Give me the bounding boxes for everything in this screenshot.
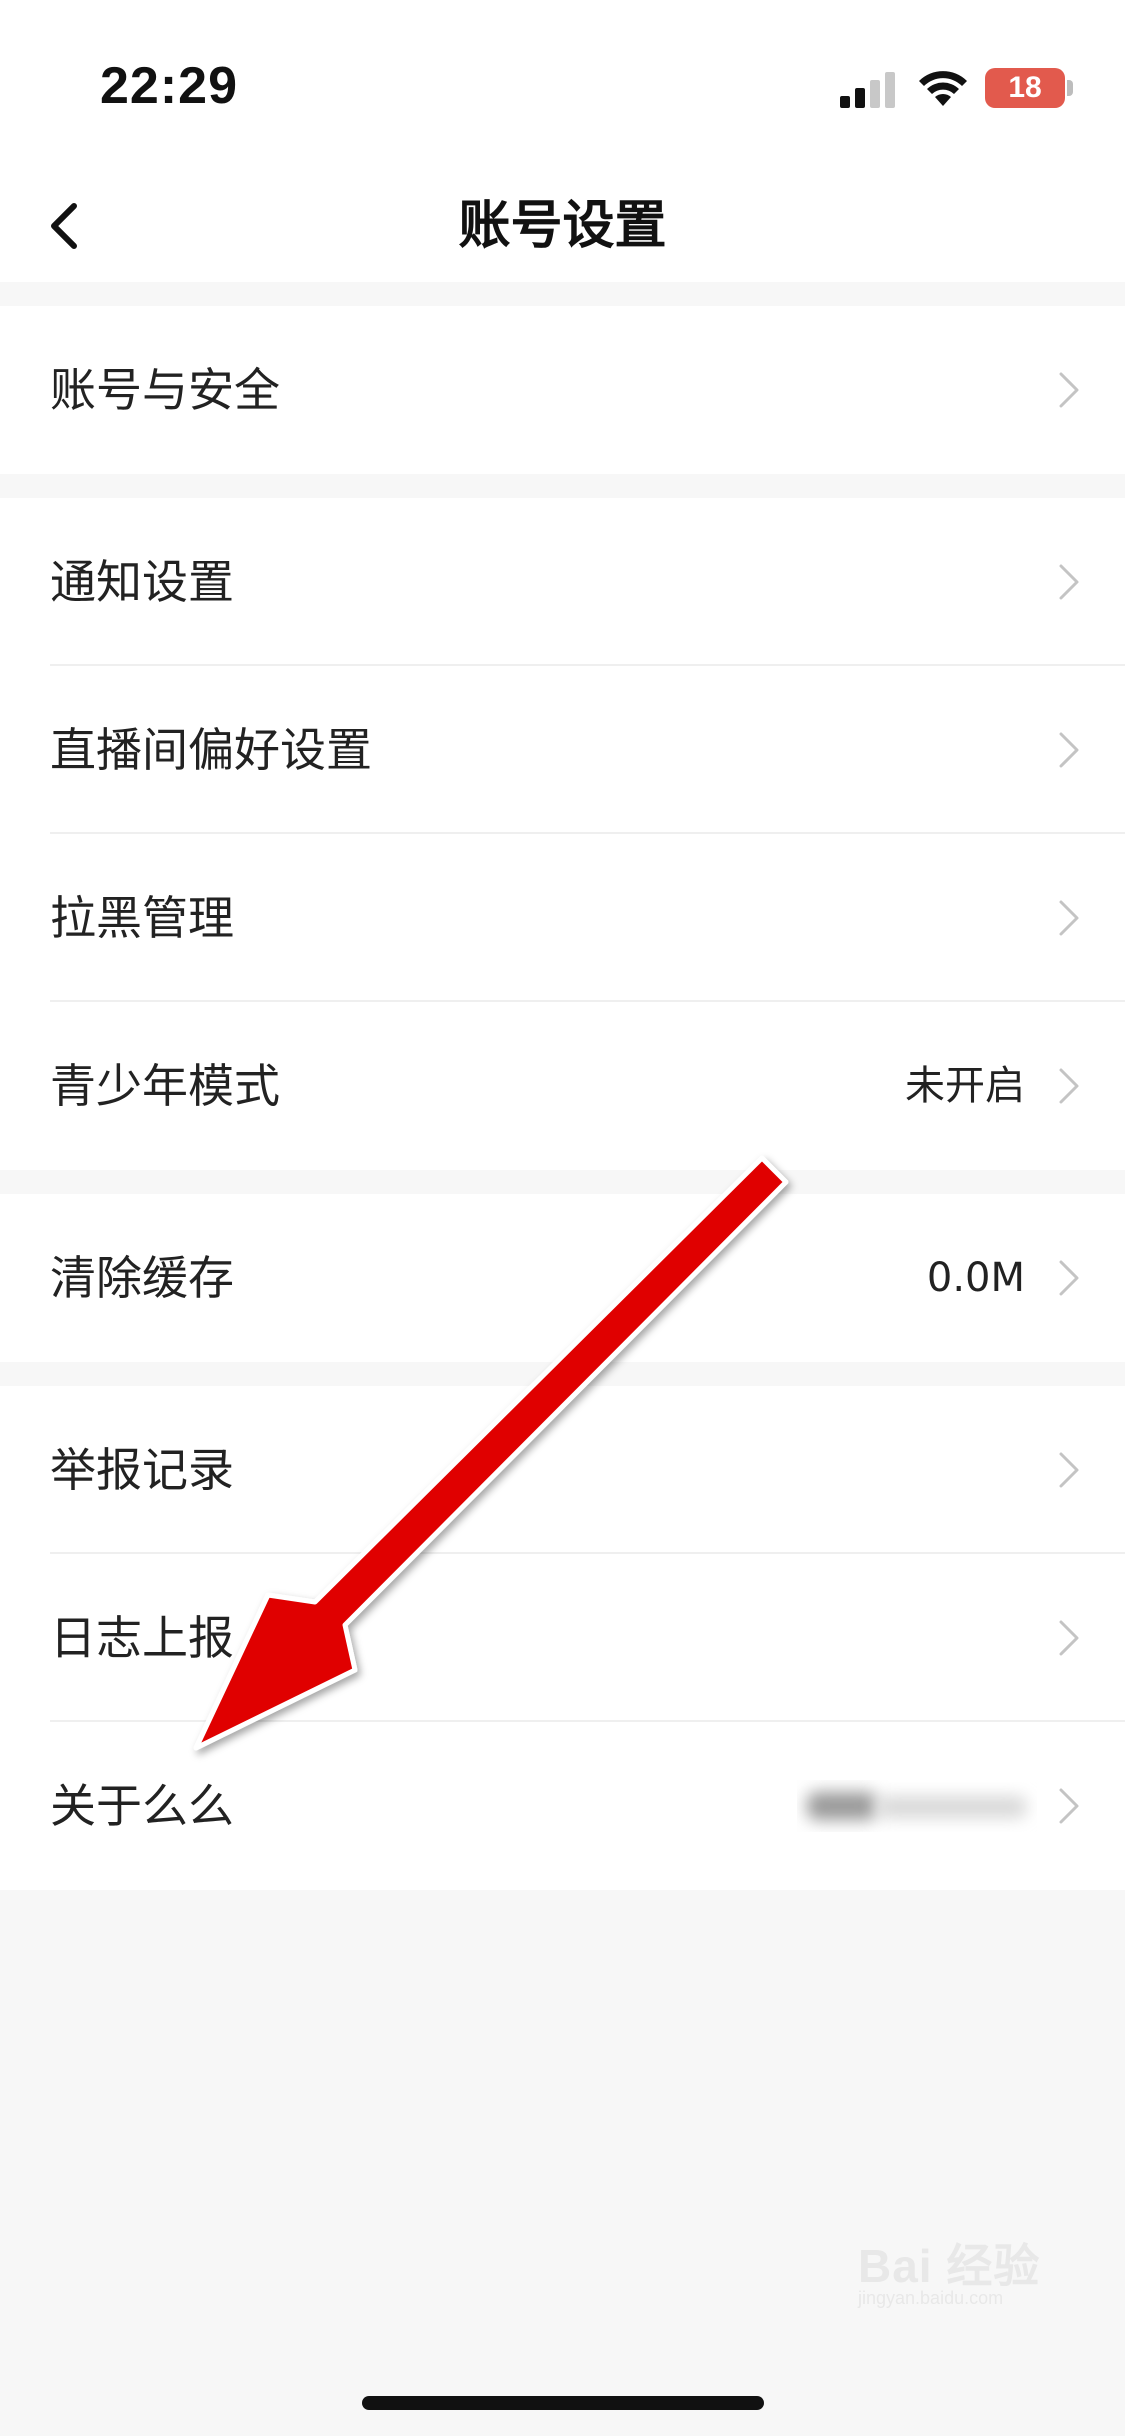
battery-icon: 18 (985, 68, 1065, 108)
page-title: 账号设置 (458, 196, 667, 256)
chevron-right-icon (1059, 564, 1079, 600)
watermark-sub: jingyan.baidu.com (858, 2288, 1004, 2308)
row-label: 关于么么 (50, 1779, 234, 1833)
nav-bar: 账号设置 (0, 170, 1125, 282)
row-label: 举报记录 (50, 1443, 234, 1497)
signal-icon (840, 72, 895, 108)
row-teen-mode[interactable]: 青少年模式 未开启 (0, 1002, 1125, 1170)
battery-level: 18 (1008, 71, 1042, 104)
row-label: 通知设置 (50, 555, 234, 609)
chevron-right-icon (1059, 1260, 1079, 1296)
row-notification-settings[interactable]: 通知设置 (0, 498, 1125, 666)
battery-cap (1067, 80, 1073, 96)
chevron-right-icon (1059, 1452, 1079, 1488)
settings-group-account: 账号与安全 (0, 306, 1125, 474)
row-label: 日志上报 (50, 1611, 234, 1665)
settings-group-preferences: 通知设置 直播间偏好设置 拉黑管理 青少年模式 未开启 (0, 498, 1125, 1170)
back-button[interactable] (38, 186, 118, 266)
row-label: 清除缓存 (50, 1251, 234, 1305)
status-bar: 22:29 18 (0, 0, 1125, 170)
row-about[interactable]: 关于么么 (0, 1722, 1125, 1890)
status-time: 22:29 (100, 57, 238, 115)
screen: 22:29 18 账号设置 账号与安全 通知设置 直播间偏好设置 拉黑管理 青少… (0, 0, 1125, 2436)
settings-group-misc: 举报记录 日志上报 关于么么 (0, 1386, 1125, 1890)
wifi-icon (919, 71, 967, 106)
home-indicator[interactable] (362, 2396, 764, 2410)
row-log-upload[interactable]: 日志上报 (0, 1554, 1125, 1722)
chevron-right-icon (1059, 732, 1079, 768)
row-label: 拉黑管理 (50, 891, 234, 945)
row-report-records[interactable]: 举报记录 (0, 1386, 1125, 1554)
blurred-version-value (807, 1792, 1027, 1820)
row-label: 直播间偏好设置 (50, 723, 372, 777)
row-clear-cache[interactable]: 清除缓存 0.0M (0, 1194, 1125, 1362)
baidu-watermark: Bai 经验 jingyan.baidu.com (858, 2230, 1098, 2310)
row-account-security[interactable]: 账号与安全 (0, 306, 1125, 474)
chevron-left-icon (51, 203, 77, 249)
settings-group-cache: 清除缓存 0.0M (0, 1194, 1125, 1362)
watermark-text: Bai 经验 (858, 2240, 1041, 2292)
chevron-right-icon (1059, 1068, 1079, 1104)
chevron-right-icon (1059, 1788, 1079, 1824)
row-value: 0.0M (926, 1255, 1025, 1301)
row-label: 青少年模式 (50, 1059, 280, 1113)
row-live-room-preferences[interactable]: 直播间偏好设置 (0, 666, 1125, 834)
row-block-management[interactable]: 拉黑管理 (0, 834, 1125, 1002)
chevron-right-icon (1059, 1620, 1079, 1656)
row-label: 账号与安全 (50, 363, 280, 417)
chevron-right-icon (1059, 900, 1079, 936)
row-value: 未开启 (905, 1063, 1025, 1109)
chevron-right-icon (1059, 372, 1079, 408)
